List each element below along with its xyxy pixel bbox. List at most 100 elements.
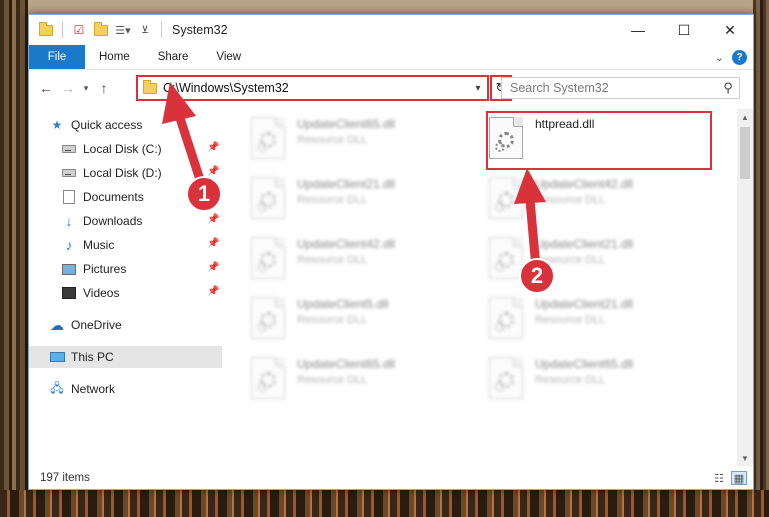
list-item[interactable]: UpdateClient65.dll Resource DLL [251, 113, 471, 165]
file-explorer-window: ☑ ☰▾ ⊻ System32 — ☐ ✕ File Home Share Vi… [28, 14, 754, 490]
file-highlight-box [486, 111, 712, 170]
scroll-down-icon[interactable]: ▼ [737, 450, 753, 466]
sidebar-item-network[interactable]: 🖧 Network [49, 378, 115, 400]
maximize-button[interactable]: ☐ [661, 15, 707, 45]
sidebar-item-label: This PC [71, 350, 114, 364]
list-item[interactable]: UpdateClient21.dll Resource DLL [251, 173, 471, 225]
recent-locations-chevron-icon[interactable]: ▾ [79, 77, 93, 99]
address-path[interactable]: C:\Windows\System32 [163, 81, 469, 95]
address-dropdown-icon[interactable]: ▾ [469, 83, 487, 94]
file-name: UpdateClient65.dll [297, 357, 396, 371]
list-item[interactable]: UpdateClient21.dll Resource DLL [489, 293, 709, 345]
scrollbar-thumb[interactable] [740, 127, 750, 179]
dll-file-icon [251, 177, 285, 219]
sidebar-item-music[interactable]: ♪ Music [61, 234, 115, 256]
sidebar-item-documents[interactable]: Documents [61, 186, 144, 208]
file-type: Resource DLL [535, 374, 606, 386]
sidebar-item-this-pc[interactable]: This PC [29, 346, 222, 368]
address-bar[interactable]: C:\Windows\System32 ▾ [136, 75, 489, 101]
item-count: 197 items [40, 472, 90, 484]
star-icon: ★ [51, 118, 63, 132]
list-item[interactable]: UpdateClient65.dll Resource DLL [251, 353, 471, 405]
downloads-icon: ↓ [65, 213, 73, 229]
toolbar-divider [62, 22, 63, 38]
large-icons-view-icon[interactable]: ▦ [731, 471, 747, 485]
file-type: Resource DLL [297, 254, 368, 266]
details-view-icon[interactable]: ☷ [711, 471, 727, 485]
sidebar-item-label: Documents [83, 190, 144, 204]
sidebar-item-label: Network [71, 382, 116, 396]
navigation-bar: ← → ▾ ↑ C:\Windows\System32 ▾ ↻ ⚲ [29, 73, 753, 103]
pin-icon: 📌 [207, 214, 220, 225]
navigation-pane: ★ Quick access Local Disk (C:) 📌 Local D… [29, 111, 223, 456]
chevron-down-icon[interactable]: ⌄ [715, 51, 724, 64]
sidebar-item-label: Music [83, 238, 115, 252]
tab-share[interactable]: Share [144, 45, 203, 69]
sidebar-item-videos[interactable]: Videos [61, 282, 119, 304]
title-bar: ☑ ☰▾ ⊻ System32 — ☐ ✕ [29, 15, 753, 45]
sidebar-item-label: Videos [83, 286, 120, 300]
sidebar-item-downloads[interactable]: ↓ Downloads [61, 210, 143, 232]
pictures-icon [61, 261, 77, 277]
toolbar-divider [161, 22, 162, 38]
file-name: UpdateClient21.dll [297, 177, 396, 191]
file-type: Resource DLL [535, 194, 606, 206]
forward-arrow-icon[interactable]: → [57, 77, 79, 99]
customize-dropdown-icon[interactable]: ⊻ [137, 22, 153, 38]
sidebar-item-local-disk-d[interactable]: Local Disk (D:) [61, 162, 162, 184]
sidebar-item-onedrive[interactable]: ☁ OneDrive [49, 314, 122, 336]
list-item[interactable]: UpdateClient42.dll Resource DLL [489, 173, 709, 225]
pin-icon: 📌 [207, 286, 220, 297]
customize-toolbar-icon[interactable]: ☰▾ [115, 22, 131, 38]
file-type: Resource DLL [297, 134, 368, 146]
dll-file-icon [251, 297, 285, 339]
new-folder-icon[interactable] [93, 21, 109, 38]
help-icon[interactable]: ? [732, 49, 747, 65]
sidebar-item-pictures[interactable]: Pictures [61, 258, 126, 280]
step-1-badge: 1 [186, 176, 222, 212]
desktop-background-left [0, 0, 28, 517]
file-name: UpdateClient21.dll [535, 297, 634, 311]
file-type: Resource DLL [535, 314, 606, 326]
file-name: UpdateClient42.dll [297, 237, 396, 251]
file-name: UpdateClient65.dll [535, 357, 634, 371]
ribbon-tabs: File Home Share View ⌄ ? [29, 45, 753, 70]
tab-home[interactable]: Home [85, 45, 144, 69]
nav-buttons: ← → ▾ ↑ [35, 77, 115, 99]
desktop-background-right [753, 0, 769, 517]
vertical-scrollbar[interactable]: ▲ ▼ [737, 109, 753, 466]
network-icon: 🖧 [50, 380, 64, 395]
scroll-up-icon[interactable]: ▲ [737, 109, 753, 125]
file-name: UpdateClient21.dll [535, 237, 634, 251]
search-input[interactable] [510, 81, 717, 95]
list-item[interactable]: UpdateClient65.dll Resource DLL [489, 353, 709, 405]
desktop-background-bottom [0, 490, 769, 517]
computer-icon [49, 349, 65, 365]
sidebar-item-local-disk-c[interactable]: Local Disk (C:) [61, 138, 162, 160]
videos-icon [61, 285, 77, 301]
close-button[interactable]: ✕ [707, 15, 753, 45]
minimize-button[interactable]: — [615, 15, 661, 45]
up-arrow-icon[interactable]: ↑ [93, 77, 115, 99]
properties-icon[interactable]: ☑ [71, 22, 87, 38]
window-title: System32 [172, 23, 228, 37]
back-arrow-icon[interactable]: ← [35, 77, 57, 99]
search-box[interactable]: ⚲ [501, 77, 740, 99]
search-icon[interactable]: ⚲ [717, 80, 739, 96]
tab-view[interactable]: View [202, 45, 255, 69]
sidebar-item-label: OneDrive [71, 318, 122, 332]
list-item[interactable]: UpdateClient5.dll Resource DLL [251, 293, 471, 345]
drive-icon [61, 141, 77, 157]
tab-file[interactable]: File [29, 45, 85, 69]
sidebar-item-quick-access[interactable]: ★ Quick access [49, 114, 143, 136]
list-item[interactable]: UpdateClient42.dll Resource DLL [251, 233, 471, 285]
pin-icon: 📌 [207, 238, 220, 249]
drive-icon [61, 165, 77, 181]
window-controls: — ☐ ✕ [615, 15, 753, 45]
pin-icon: 📌 [207, 262, 220, 273]
file-name: UpdateClient5.dll [297, 297, 389, 311]
view-toggle: ☷ ▦ [711, 471, 753, 485]
quick-access-toolbar: ☑ ☰▾ ⊻ [29, 21, 164, 38]
folder-icon [143, 79, 159, 94]
dll-file-icon [251, 117, 285, 159]
